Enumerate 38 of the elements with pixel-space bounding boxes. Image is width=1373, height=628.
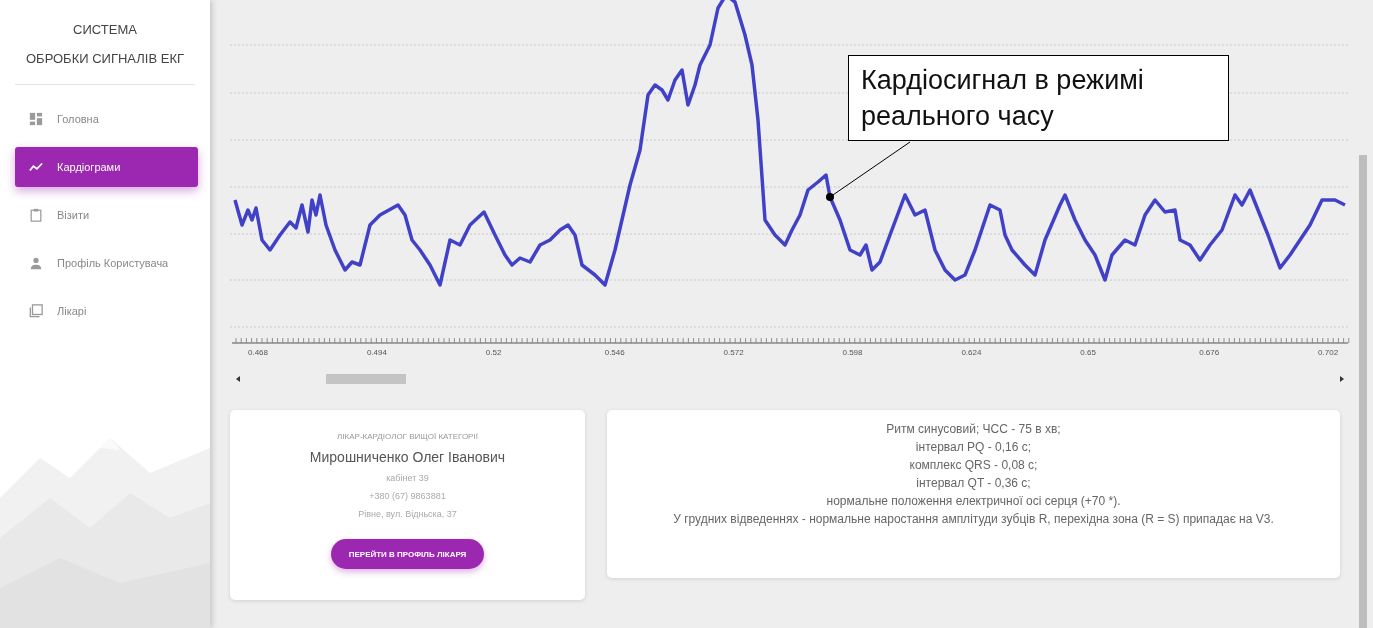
nav-item[interactable]: Лікарі bbox=[15, 291, 198, 331]
doctor-profile-button[interactable]: ПЕРЕЙТИ В ПРОФІЛЬ ЛІКАРЯ bbox=[330, 539, 485, 569]
clipboard-icon bbox=[29, 208, 43, 222]
report-text: У грудних відведеннях - нормальне наростання амплітуди зубців R, перехідна зона (R = S) припадає на V3. bbox=[673, 511, 1274, 528]
app-title: ОБРОБКИ СИГНАЛІВ ЕКГ bbox=[25, 51, 185, 66]
report-text: нормальне положення електричної осі серця (+70 *). bbox=[826, 493, 1121, 510]
app-title: СИСТЕМА bbox=[72, 22, 138, 37]
report-text: комплекс QRS - 0,08 с; bbox=[909, 457, 1038, 474]
doctor-name: Мирошниченко Олег Іванович bbox=[309, 449, 506, 465]
dashboard-icon bbox=[29, 112, 43, 126]
vertical-scrollbar[interactable] bbox=[1359, 155, 1367, 628]
nav-item[interactable]: Кардіограми bbox=[15, 147, 198, 187]
report-text: інтервал QT - 0,36 с; bbox=[916, 475, 1031, 492]
axis-tick-label: 0.494 bbox=[366, 348, 387, 357]
axis-tick-label: 0.572 bbox=[723, 348, 744, 357]
scroll-right-icon[interactable] bbox=[1340, 376, 1344, 382]
person-icon bbox=[29, 256, 43, 270]
axis-tick-label: 0.702 bbox=[1318, 348, 1339, 357]
library-icon bbox=[29, 304, 43, 318]
doctor-detail: Рівне, вул. Відньска, 37 bbox=[358, 509, 457, 519]
nav-item[interactable]: Головна bbox=[15, 99, 198, 139]
doctor-detail: кабінет 39 bbox=[386, 473, 429, 483]
axis-tick-label: 0.624 bbox=[961, 348, 982, 357]
axis-tick-label: 0.468 bbox=[248, 348, 269, 357]
report-text: інтервал PQ - 0,16 с; bbox=[915, 439, 1032, 456]
doctor-detail: +380 (67) 9863881 bbox=[369, 491, 446, 501]
axis-tick-label: 0.546 bbox=[604, 348, 625, 357]
report-text: Ритм синусовий; ЧСС - 75 в хв; bbox=[886, 421, 1061, 438]
line-chart-icon bbox=[29, 160, 43, 174]
chart-callout: Кардіосигнал в режимі реального часу bbox=[848, 55, 1229, 141]
nav-item[interactable]: Візити bbox=[15, 195, 198, 235]
nav-item[interactable]: Профіль Користувача bbox=[15, 243, 198, 283]
doctor-category: ЛІКАР-КАРДІОЛОГ ВИЩОЇ КАТЕГОРІЇ bbox=[337, 432, 478, 441]
axis-tick-label: 0.598 bbox=[842, 348, 863, 357]
axis-tick-label: 0.676 bbox=[1199, 348, 1220, 357]
scroll-left-icon[interactable] bbox=[236, 376, 240, 382]
axis-tick-label: 0.65 bbox=[1080, 348, 1096, 357]
axis-tick-label: 0.52 bbox=[485, 348, 502, 357]
